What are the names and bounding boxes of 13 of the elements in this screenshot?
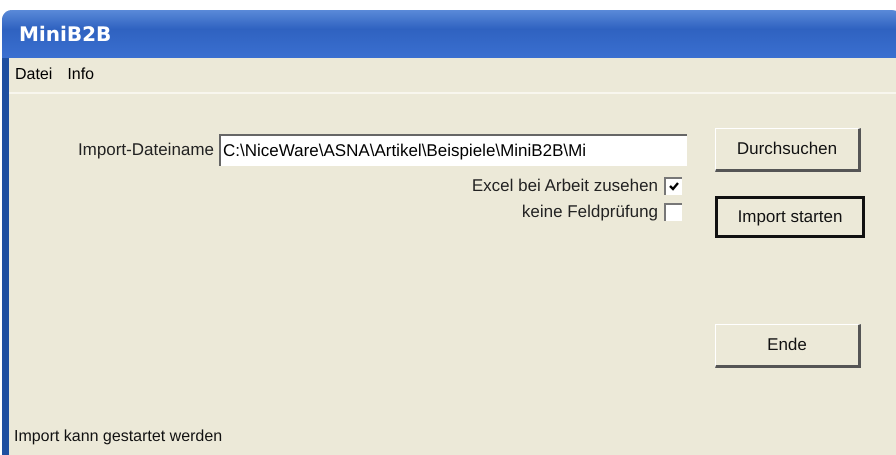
push-button[interactable]: Ende bbox=[715, 324, 861, 368]
status-text: Import kann gestartet werden bbox=[14, 428, 222, 446]
checkbox[interactable] bbox=[664, 177, 682, 195]
push-button[interactable]: Import starten bbox=[715, 196, 865, 238]
menu-item[interactable]: Datei bbox=[15, 66, 52, 84]
push-button[interactable]: Durchsuchen bbox=[715, 128, 861, 172]
window-title: MiniB2B bbox=[19, 22, 112, 46]
menu-item[interactable]: Info bbox=[67, 66, 94, 84]
field-label: Import-Dateiname bbox=[76, 140, 215, 160]
checkbox-label: Excel bei Arbeit zusehen bbox=[472, 176, 658, 196]
file-path-field[interactable]: C:\NiceWare\ASNA\Artikel\Beispiele\MiniB2B\Mi bbox=[219, 134, 687, 166]
checkbox-label: keine Feldprüfung bbox=[522, 202, 658, 222]
checkbox[interactable] bbox=[664, 203, 682, 221]
